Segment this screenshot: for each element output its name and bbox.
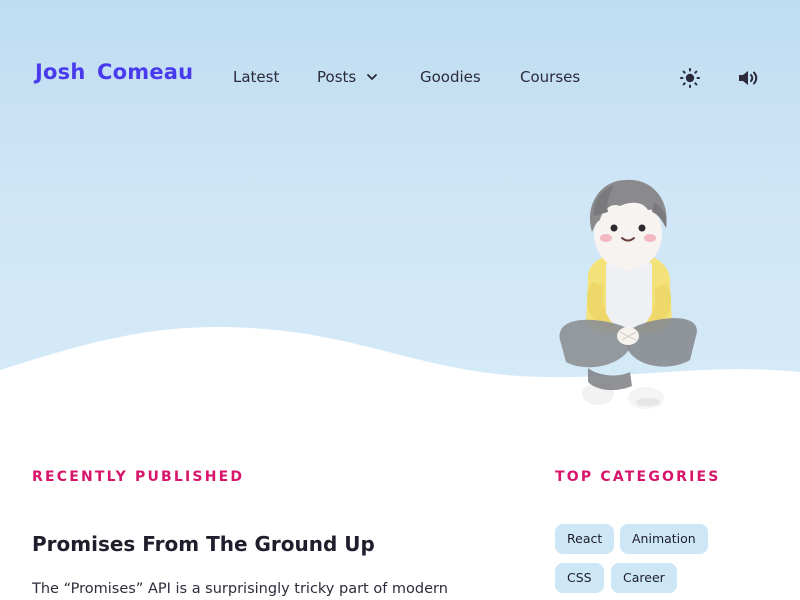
recently-published-heading: RECENTLY PUBLISHED (32, 469, 245, 485)
nav-link-goodies[interactable]: Goodies (420, 66, 481, 88)
nav-link-posts[interactable]: Posts (317, 66, 378, 88)
nav-link-posts-label: Posts (317, 68, 357, 86)
category-tag-react[interactable]: React (555, 524, 615, 554)
post-excerpt: The “Promises” API is a surprisingly tri… (32, 581, 448, 597)
category-tag-animation[interactable]: Animation (620, 524, 708, 554)
nav-link-latest[interactable]: Latest (233, 66, 279, 88)
top-categories-heading: TOP CATEGORIES (555, 469, 721, 485)
chevron-down-icon (367, 74, 378, 80)
theme-toggle-button[interactable] (678, 66, 702, 90)
sound-toggle-button[interactable] (736, 66, 760, 90)
mascot-illustration (548, 172, 708, 417)
post-title-link[interactable]: Promises From The Ground Up (32, 532, 375, 556)
site-logo[interactable]: Josh Comeau (35, 60, 193, 84)
sun-icon (680, 68, 700, 88)
category-tag-css[interactable]: CSS (555, 563, 604, 593)
category-tag-career[interactable]: Career (611, 563, 677, 593)
speaker-icon (739, 71, 758, 85)
nav-link-courses[interactable]: Courses (520, 66, 580, 88)
